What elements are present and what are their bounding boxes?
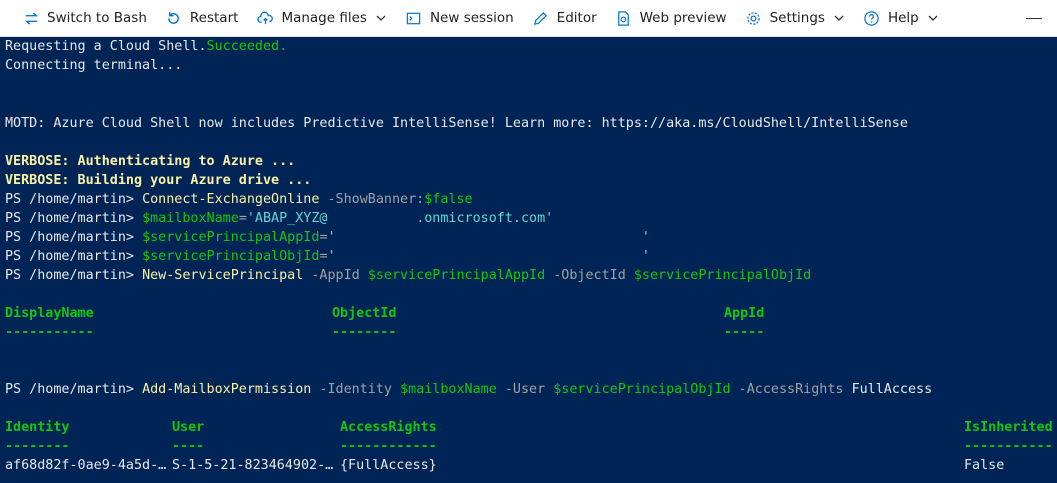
minimize-icon bbox=[1026, 17, 1042, 20]
variable: $servicePrincipalObjId bbox=[633, 268, 812, 283]
verbose-text: VERBOSE: Building your Azure drive ... bbox=[5, 173, 312, 188]
gear-icon bbox=[745, 9, 763, 27]
parameter: -AppId bbox=[303, 268, 368, 283]
cloud-upload-icon bbox=[256, 9, 274, 27]
table-header: User bbox=[172, 420, 205, 435]
restart-button[interactable]: Restart bbox=[156, 0, 248, 37]
web-preview-icon bbox=[615, 9, 633, 27]
minimize-button[interactable] bbox=[1019, 0, 1049, 37]
web-preview-label: Web preview bbox=[639, 10, 727, 26]
parameter: -Identity bbox=[311, 382, 401, 397]
table-header: ObjectId bbox=[332, 306, 397, 321]
web-preview-button[interactable]: Web preview bbox=[606, 0, 736, 37]
switch-to-bash-button[interactable]: Switch to Bash bbox=[0, 0, 156, 37]
help-label: Help bbox=[887, 10, 919, 26]
new-session-label: New session bbox=[429, 10, 514, 26]
switch-to-bash-label: Switch to Bash bbox=[47, 10, 147, 26]
motd-line: MOTD: Azure Cloud Shell now includes Pre… bbox=[5, 114, 908, 133]
table-divider: ----- bbox=[724, 325, 765, 340]
table-cell: S-1-5-21-823464902-… bbox=[172, 458, 334, 473]
operator: = bbox=[319, 230, 328, 245]
status-succeeded: Succeeded. bbox=[206, 39, 288, 54]
variable: $mailboxName bbox=[142, 211, 239, 226]
string-literal: ' bbox=[641, 230, 650, 245]
string-literal: ' bbox=[327, 230, 336, 245]
command-line: PS /home/martin> New-ServicePrincipal -A… bbox=[5, 266, 811, 285]
cmdlet: Add-MailboxPermission bbox=[142, 382, 312, 397]
chevron-down-icon bbox=[927, 12, 939, 24]
new-session-button[interactable]: New session bbox=[396, 0, 523, 37]
prompt: PS /home/martin> bbox=[5, 192, 143, 207]
command-line: PS /home/martin> Connect-ExchangeOnline … bbox=[5, 190, 473, 209]
settings-button[interactable]: Settings bbox=[736, 0, 854, 37]
prompt: PS /home/martin> bbox=[5, 249, 143, 264]
table-header: DisplayName bbox=[5, 306, 94, 321]
table-header: IsInherited bbox=[964, 420, 1053, 435]
chevron-down-icon bbox=[375, 12, 387, 24]
command-line: PS /home/martin> $mailboxName='ABAP_XYZ@… bbox=[5, 209, 553, 228]
status-text: Connecting terminal... bbox=[5, 58, 183, 73]
table-header: Identity bbox=[5, 420, 70, 435]
table-divider: -------- bbox=[5, 439, 70, 454]
variable: $servicePrincipalAppId bbox=[142, 230, 320, 245]
verbose-text: VERBOSE: Authenticating to Azure ... bbox=[5, 154, 296, 169]
cmdlet: New-ServicePrincipal bbox=[142, 268, 304, 283]
verbose-line: VERBOSE: Building your Azure drive ... bbox=[5, 171, 311, 190]
command-line: PS /home/martin> Add-MailboxPermission -… bbox=[5, 380, 932, 399]
restart-label: Restart bbox=[189, 10, 239, 26]
cmdlet: Connect-ExchangeOnline bbox=[142, 192, 320, 207]
table-header: AppId bbox=[724, 306, 765, 321]
string-literal: 'ABAP_XYZ@ bbox=[246, 211, 328, 226]
cloud-shell-toolbar: Switch to Bash Restart Manage files New … bbox=[0, 0, 1057, 37]
prompt: PS /home/martin> bbox=[5, 211, 143, 226]
pencil-icon bbox=[532, 9, 550, 27]
argument: FullAccess bbox=[851, 382, 933, 397]
table-divider: ----------- bbox=[964, 439, 1053, 454]
terminal-output[interactable]: Requesting a Cloud Shell.Succeeded. Conn… bbox=[0, 37, 1057, 483]
help-button[interactable]: Help bbox=[854, 0, 948, 37]
table-divider: -------- bbox=[332, 325, 397, 340]
table-divider: ------------ bbox=[340, 439, 437, 454]
operator: = bbox=[238, 211, 247, 226]
operator: = bbox=[319, 249, 328, 264]
editor-button[interactable]: Editor bbox=[523, 0, 606, 37]
string-literal: ' bbox=[327, 249, 336, 264]
status-text: Requesting a Cloud Shell. bbox=[5, 39, 207, 54]
restart-icon bbox=[165, 9, 183, 27]
terminal-line: Connecting terminal... bbox=[5, 56, 182, 75]
table-header: AccessRights bbox=[340, 420, 437, 435]
new-session-icon bbox=[405, 9, 423, 27]
switch-arrows-icon bbox=[22, 9, 40, 27]
manage-files-button[interactable]: Manage files bbox=[247, 0, 396, 37]
table-divider: ---- bbox=[172, 439, 205, 454]
table-divider: ----------- bbox=[5, 325, 94, 340]
table-cell: af68d82f-0ae9-4a5d-… bbox=[5, 458, 167, 473]
prompt: PS /home/martin> bbox=[5, 230, 143, 245]
variable: $servicePrincipalObjId bbox=[142, 249, 320, 264]
verbose-line: VERBOSE: Authenticating to Azure ... bbox=[5, 152, 295, 171]
motd-text: MOTD: Azure Cloud Shell now includes Pre… bbox=[5, 116, 908, 131]
prompt: PS /home/martin> bbox=[5, 382, 143, 397]
table-cell: {FullAccess} bbox=[340, 458, 437, 473]
string-literal: ' bbox=[641, 249, 650, 264]
variable: $mailboxName bbox=[400, 382, 497, 397]
parameter: -AccessRights bbox=[730, 382, 852, 397]
variable: $servicePrincipalObjId bbox=[553, 382, 731, 397]
variable: $false bbox=[424, 192, 473, 207]
table-cell: False bbox=[964, 458, 1005, 473]
parameter: -ObjectId bbox=[545, 268, 634, 283]
terminal-line: Requesting a Cloud Shell.Succeeded. bbox=[5, 37, 287, 56]
parameter: -ShowBanner: bbox=[319, 192, 425, 207]
help-circle-icon bbox=[863, 9, 881, 27]
command-line: PS /home/martin> $servicePrincipalAppId=… bbox=[5, 228, 650, 247]
editor-label: Editor bbox=[556, 10, 597, 26]
string-literal: .onmicrosoft.com' bbox=[416, 211, 554, 226]
settings-label: Settings bbox=[769, 10, 825, 26]
parameter: -User bbox=[496, 382, 554, 397]
chevron-down-icon bbox=[833, 12, 845, 24]
variable: $servicePrincipalAppId bbox=[367, 268, 546, 283]
command-line: PS /home/martin> $servicePrincipalObjId=… bbox=[5, 247, 650, 266]
manage-files-label: Manage files bbox=[281, 10, 367, 26]
prompt: PS /home/martin> bbox=[5, 268, 143, 283]
